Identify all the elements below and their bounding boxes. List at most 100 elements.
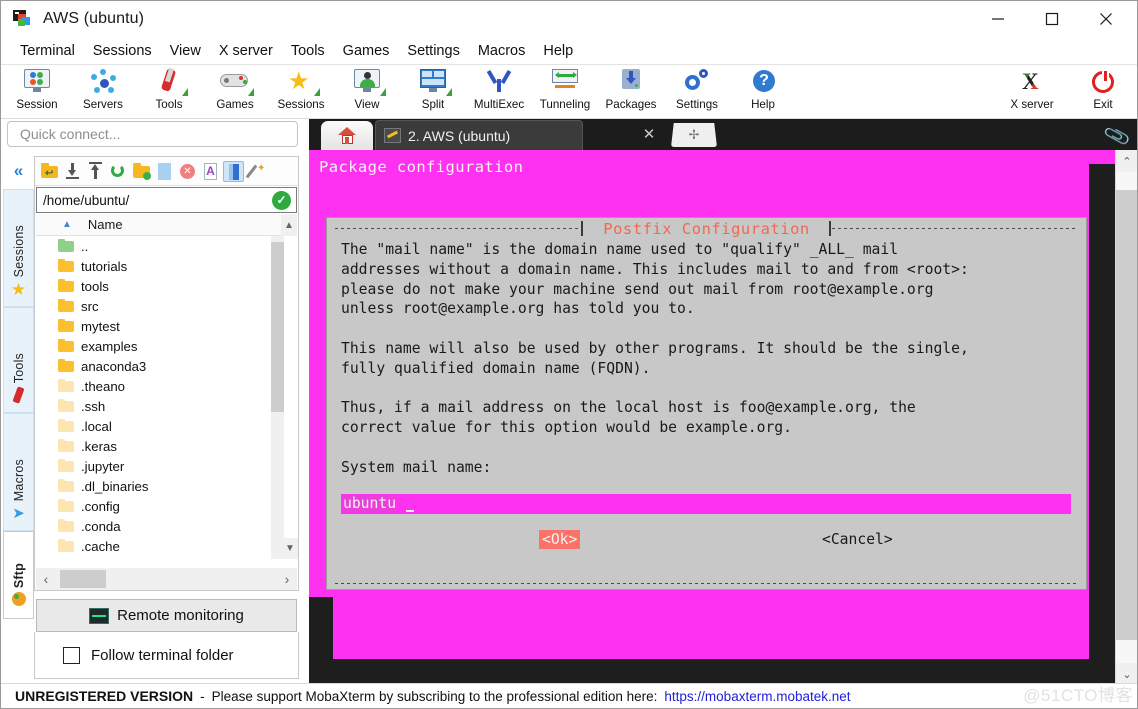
gear-icon: [679, 68, 715, 96]
list-item[interactable]: examples: [36, 336, 281, 356]
menu-games[interactable]: Games: [334, 41, 399, 61]
postfix-configuration-dialog: Postfix Configuration The "mail name" is…: [326, 217, 1087, 590]
list-item[interactable]: .local: [36, 416, 281, 436]
toolbar-sessions-button[interactable]: ★ Sessions: [267, 67, 335, 117]
scroll-down-arrow-icon[interactable]: ⌄: [1116, 663, 1137, 685]
ok-button[interactable]: <Ok>: [539, 530, 581, 549]
list-item[interactable]: anaconda3: [36, 356, 281, 376]
toolbar-session-button[interactable]: Session: [3, 67, 71, 117]
list-item[interactable]: mytest: [36, 316, 281, 336]
maximize-button[interactable]: [1029, 1, 1075, 37]
binary-mode-icon[interactable]: [223, 160, 244, 182]
new-folder-icon[interactable]: [131, 161, 152, 182]
menu-bar: Terminal Sessions View X server Tools Ga…: [1, 37, 1137, 65]
column-header-name[interactable]: Name: [88, 217, 123, 232]
toolbar-packages-button[interactable]: Packages: [597, 67, 665, 117]
toolbar-split-button[interactable]: Split: [399, 67, 467, 117]
remote-monitoring-button[interactable]: Remote monitoring: [36, 599, 297, 632]
quick-connect-input[interactable]: Quick connect...: [7, 121, 298, 147]
list-item[interactable]: .conda: [36, 516, 281, 536]
package-download-icon: [613, 68, 649, 96]
file-browser-list[interactable]: .. tutorials tools src mytest examples a…: [36, 236, 281, 559]
left-vertical-tabstrip: « ★ Sessions Tools ➤ Macros Sftp: [3, 153, 34, 643]
sidebar-tab-sessions[interactable]: ★ Sessions: [3, 189, 34, 307]
collapse-sidebar-button[interactable]: «: [3, 153, 34, 189]
file-browser-toolbar: ↩ ✕ A ✦: [35, 157, 298, 186]
file-list-horizontal-scrollbar[interactable]: ‹ ›: [36, 568, 297, 590]
list-item[interactable]: .jupyter: [36, 456, 281, 476]
upload-icon[interactable]: [85, 161, 106, 182]
scroll-down-arrow-icon[interactable]: ▼: [282, 538, 298, 559]
sidebar-tab-tools[interactable]: Tools: [3, 307, 34, 413]
toolbar: Session Servers Tools Games ★ Sessions V…: [1, 65, 1137, 119]
mobaxterm-link[interactable]: https://mobaxterm.mobatek.net: [664, 689, 850, 704]
menu-tools[interactable]: Tools: [282, 41, 334, 61]
list-item[interactable]: .dl_binaries: [36, 476, 281, 496]
toolbar-settings-button[interactable]: Settings: [663, 67, 731, 117]
list-item[interactable]: ..: [36, 236, 281, 256]
list-item[interactable]: .config: [36, 496, 281, 516]
minimize-button[interactable]: [975, 1, 1021, 37]
toolbar-exit-button[interactable]: Exit: [1073, 67, 1133, 117]
list-item[interactable]: tutorials: [36, 256, 281, 276]
terminal-view[interactable]: Package configuration Postfix Configurat…: [309, 150, 1115, 685]
scroll-right-arrow-icon[interactable]: ›: [277, 571, 297, 587]
toolbar-multiexec-button[interactable]: MultiExec: [465, 67, 533, 117]
list-item[interactable]: src: [36, 296, 281, 316]
terminal-vertical-scrollbar[interactable]: ⌃ ⌄: [1115, 150, 1137, 685]
close-icon[interactable]: ✕: [641, 127, 657, 143]
follow-terminal-folder-checkbox[interactable]: [63, 646, 80, 664]
sidebar-tab-sftp[interactable]: Sftp: [3, 531, 34, 619]
menu-macros[interactable]: Macros: [469, 41, 535, 61]
go-up-folder-icon[interactable]: ↩: [39, 161, 60, 182]
close-button[interactable]: [1083, 1, 1129, 37]
follow-terminal-folder-row[interactable]: Follow terminal folder: [34, 632, 299, 679]
hscrollbar-track[interactable]: [58, 570, 275, 588]
toolbar-help-button[interactable]: ? Help: [729, 67, 797, 117]
new-file-icon[interactable]: [154, 161, 175, 182]
toolbar-games-button[interactable]: Games: [201, 67, 269, 117]
menu-view[interactable]: View: [161, 41, 210, 61]
download-icon[interactable]: [62, 161, 83, 182]
list-item[interactable]: .ssh: [36, 396, 281, 416]
sort-indicator-icon[interactable]: ▲: [62, 219, 72, 230]
edit-pencil-icon[interactable]: ✦: [245, 161, 267, 182]
list-item[interactable]: .keras: [36, 436, 281, 456]
file-list-vertical-scrollbar[interactable]: [271, 236, 284, 559]
list-item-label: README: [81, 559, 137, 560]
delete-icon[interactable]: ✕: [177, 161, 198, 182]
list-item[interactable]: .cache: [36, 536, 281, 556]
menu-help[interactable]: Help: [534, 41, 582, 61]
menu-settings[interactable]: Settings: [398, 41, 468, 61]
toolbar-x-server-button[interactable]: X X server: [997, 67, 1067, 117]
scrollbar-thumb[interactable]: [271, 242, 284, 412]
system-mail-name-input[interactable]: ubuntu: [341, 494, 1071, 514]
new-tab-button[interactable]: ✢: [671, 123, 717, 147]
menu-sessions[interactable]: Sessions: [84, 41, 161, 61]
file-browser-path-input[interactable]: /home/ubuntu/ ✓: [36, 187, 297, 213]
session-monitor-icon: [19, 68, 55, 96]
refresh-icon[interactable]: [108, 161, 129, 182]
toolbar-help-label: Help: [751, 98, 775, 111]
sidebar-tab-macros[interactable]: ➤ Macros: [3, 413, 34, 531]
scrollbar-thumb[interactable]: [1116, 190, 1137, 640]
list-item[interactable]: .theano: [36, 376, 281, 396]
scroll-up-arrow-icon[interactable]: ▲: [281, 214, 297, 236]
list-item[interactable]: tools: [36, 276, 281, 296]
cancel-button[interactable]: <Cancel>: [822, 531, 893, 548]
scroll-left-arrow-icon[interactable]: ‹: [36, 571, 56, 587]
toolbar-view-button[interactable]: View: [333, 67, 401, 117]
list-item-label: tutorials: [81, 258, 128, 274]
tab-home[interactable]: [321, 121, 373, 150]
scrollbar-thumb[interactable]: [60, 570, 106, 588]
tab-session-aws-ubuntu[interactable]: 2. AWS (ubuntu): [375, 120, 583, 150]
menu-terminal[interactable]: Terminal: [11, 41, 84, 61]
toolbar-tools-button[interactable]: Tools: [135, 67, 203, 117]
text-mode-icon[interactable]: A: [200, 161, 221, 182]
hidden-folder-icon: [58, 518, 75, 533]
toolbar-tunneling-button[interactable]: Tunneling: [531, 67, 599, 117]
toolbar-servers-button[interactable]: Servers: [69, 67, 137, 117]
scroll-up-arrow-icon[interactable]: ⌃: [1116, 150, 1137, 172]
menu-x-server[interactable]: X server: [210, 41, 282, 61]
list-item[interactable]: README: [36, 556, 281, 560]
